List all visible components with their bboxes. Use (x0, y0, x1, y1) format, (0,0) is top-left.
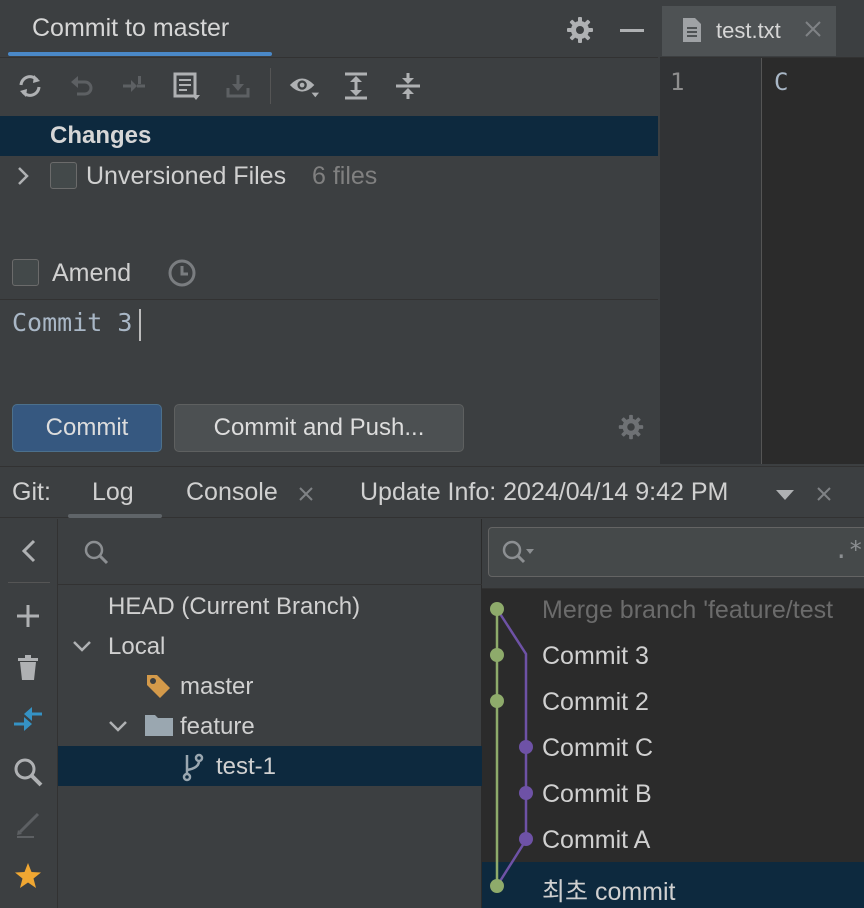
expand-all-icon[interactable] (340, 70, 372, 102)
text-file-icon (680, 16, 704, 44)
star-icon[interactable] (12, 860, 44, 892)
editor-line-text: C (774, 68, 789, 96)
commit-panel (0, 0, 658, 464)
tab-update-info[interactable]: Update Info: 2024/04/14 9:42 PM (360, 478, 728, 507)
commit-message[interactable]: 최초 commit (542, 872, 676, 908)
unversioned-files-count: 6 files (312, 162, 378, 190)
tab-log[interactable]: Log (92, 478, 134, 507)
commit-message[interactable]: Commit C (542, 734, 653, 763)
commit-message[interactable]: Merge branch 'feature/test (542, 596, 833, 625)
branch-search[interactable] (58, 519, 482, 585)
commit-panel-title[interactable]: Commit to master (32, 14, 229, 43)
close-update-info-tab-icon[interactable] (814, 484, 834, 504)
line-number: 1 (670, 68, 685, 96)
chevron-down-icon[interactable] (774, 486, 798, 504)
settings-gear-icon[interactable] (564, 14, 596, 46)
chevron-right-icon[interactable] (12, 164, 34, 188)
branch-search-icon (82, 538, 110, 566)
edit-icon (12, 808, 44, 840)
branch-icon (180, 752, 206, 782)
collapse-all-icon[interactable] (392, 70, 424, 102)
trash-icon[interactable] (12, 652, 44, 684)
commit-message[interactable]: Commit B (542, 780, 652, 809)
eye-icon[interactable] (288, 70, 320, 102)
editor-tab-label: test.txt (716, 18, 781, 43)
rollback-icon (66, 70, 98, 102)
toolbar-separator (270, 68, 271, 104)
amend-label: Amend (52, 259, 132, 287)
branch-group-local[interactable]: Local (108, 627, 165, 667)
unversioned-files-checkbox[interactable] (50, 162, 77, 189)
commit-message[interactable]: Commit 2 (542, 688, 649, 717)
close-tab-icon[interactable] (802, 18, 824, 40)
commit-graph (490, 602, 533, 893)
tag-icon (144, 672, 172, 700)
diff-icon (118, 70, 150, 102)
folder-icon (144, 712, 174, 738)
search-options-icon[interactable] (500, 538, 536, 566)
add-icon[interactable] (12, 600, 44, 632)
collapse-panel-icon[interactable] (8, 536, 48, 566)
amend-checkbox[interactable] (12, 259, 39, 286)
branch-group-feature[interactable]: feature (180, 707, 255, 747)
commit-message[interactable]: Commit A (542, 826, 650, 855)
branch-master[interactable]: master (180, 667, 253, 707)
commit-message[interactable]: Commit 3 (542, 642, 649, 671)
commit-and-push-button[interactable]: Commit and Push... (174, 404, 464, 452)
editor-gutter (660, 58, 762, 464)
strip-separator (8, 582, 50, 583)
commit-message-input[interactable]: Commit 3 (12, 308, 132, 337)
chevron-down-icon[interactable] (106, 714, 130, 738)
commit-search-input[interactable] (488, 527, 864, 577)
changes-label: Changes (50, 122, 152, 149)
active-tab-underline (8, 52, 272, 56)
branch-head[interactable]: HEAD (Current Branch) (108, 587, 360, 627)
search-icon[interactable] (12, 756, 44, 788)
commit-options-gear-icon[interactable] (616, 412, 648, 444)
git-label: Git: (12, 478, 51, 506)
update-branch-icon[interactable] (12, 702, 44, 736)
commit-button[interactable]: Commit (12, 404, 162, 452)
text-caret (139, 309, 141, 341)
changelist-icon[interactable] (170, 70, 202, 102)
tab-console[interactable]: Console (186, 478, 278, 507)
close-console-tab-icon[interactable] (296, 484, 316, 504)
chevron-down-icon[interactable] (70, 634, 94, 658)
log-tab-underline (68, 514, 162, 518)
shelve-icon (222, 70, 254, 102)
branch-test-1[interactable]: test-1 (216, 747, 276, 787)
minimize-icon[interactable] (618, 20, 646, 40)
history-clock-icon[interactable] (166, 257, 198, 289)
regex-toggle-icon[interactable]: .* (834, 536, 863, 564)
unversioned-files-label: Unversioned Files (86, 162, 287, 190)
refresh-icon[interactable] (14, 70, 46, 102)
